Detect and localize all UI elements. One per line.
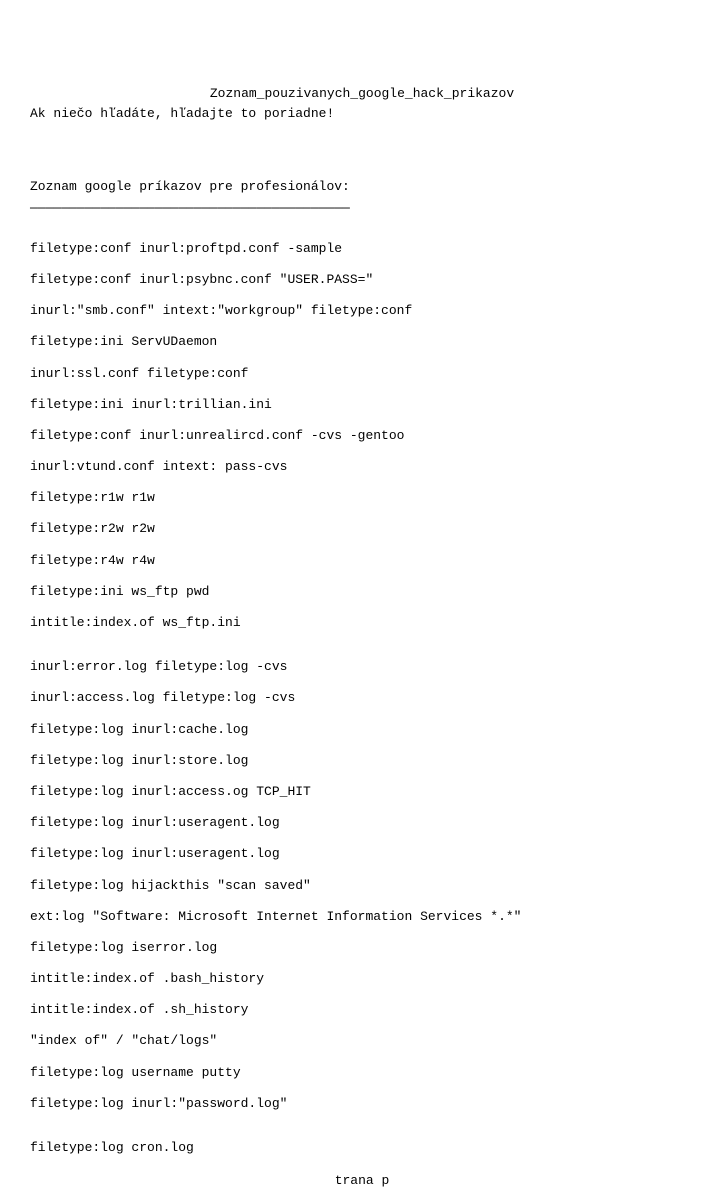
command-line: filetype:log inurl:access.og TCP_HIT [30, 783, 694, 801]
command-line: filetype:log inurl:useragent.log [30, 814, 694, 832]
command-line: filetype:r4w r4w [30, 552, 694, 570]
command-line: ext:log "Software: Microsoft Internet In… [30, 908, 694, 926]
command-line: inurl:"smb.conf" intext:"workgroup" file… [30, 302, 694, 320]
command-line: filetype:log cron.log [30, 1139, 694, 1157]
command-line: inurl:ssl.conf filetype:conf [30, 365, 694, 383]
command-line: inurl:error.log filetype:log -cvs [30, 658, 694, 676]
page-footer: trana p [30, 1172, 694, 1190]
command-line: filetype:conf inurl:proftpd.conf -sample [30, 240, 694, 258]
command-list-block-2: inurl:error.log filetype:log -cvs inurl:a… [30, 658, 694, 1113]
command-line: filetype:log iserror.log [30, 939, 694, 957]
command-line: intitle:index.of .sh_history [30, 1001, 694, 1019]
command-line: filetype:ini ServUDaemon [30, 333, 694, 351]
command-line: filetype:ini inurl:trillian.ini [30, 396, 694, 414]
section-header: Zoznam google príkazov pre profesionálov… [30, 178, 694, 196]
command-line: filetype:r2w r2w [30, 520, 694, 538]
command-line: filetype:conf inurl:psybnc.conf "USER.PA… [30, 271, 694, 289]
document-subtitle: Ak niečo hľadáte, hľadajte to poriadne! [30, 105, 694, 123]
command-list-block-1: filetype:conf inurl:proftpd.conf -sample… [30, 240, 694, 632]
command-line: filetype:log username putty [30, 1064, 694, 1082]
block-spacer [30, 1126, 694, 1139]
command-line: filetype:log inurl:cache.log [30, 721, 694, 739]
command-line: filetype:log inurl:store.log [30, 752, 694, 770]
document-title: Zoznam_pouzivanych_google_hack_prikazov [30, 85, 694, 103]
command-line: intitle:index.of .bash_history [30, 970, 694, 988]
command-list-block-3: filetype:log cron.log [30, 1139, 694, 1157]
command-line: filetype:conf inurl:unrealircd.conf -cvs… [30, 427, 694, 445]
command-line: "index of" / "chat/logs" [30, 1032, 694, 1050]
command-line: filetype:log inurl:"password.log" [30, 1095, 694, 1113]
command-line: filetype:log hijackthis "scan saved" [30, 877, 694, 895]
command-line: inurl:access.log filetype:log -cvs [30, 689, 694, 707]
block-spacer [30, 645, 694, 658]
section-underline: ────────────────────────────────────────… [30, 200, 694, 218]
command-line: filetype:ini ws_ftp pwd [30, 583, 694, 601]
command-line: filetype:r1w r1w [30, 489, 694, 507]
command-line: intitle:index.of ws_ftp.ini [30, 614, 694, 632]
command-line: filetype:log inurl:useragent.log [30, 845, 694, 863]
command-line: inurl:vtund.conf intext: pass-cvs [30, 458, 694, 476]
